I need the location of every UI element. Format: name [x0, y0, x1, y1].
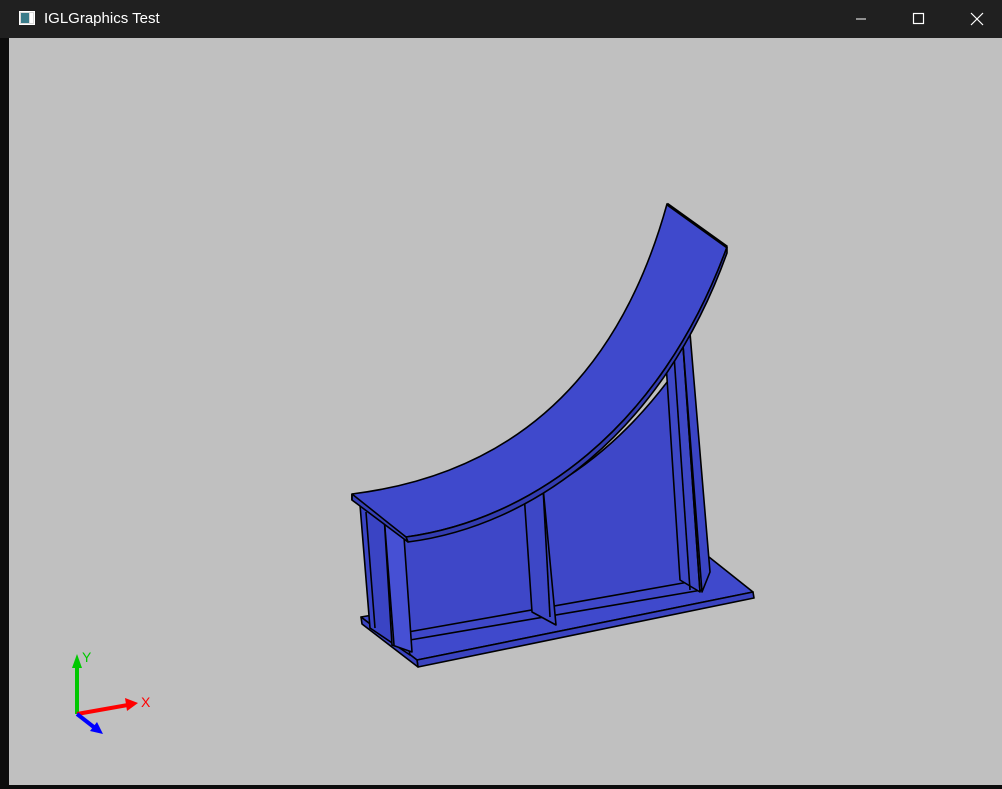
minimize-icon [856, 18, 866, 20]
close-button[interactable] [948, 0, 1002, 38]
title-bar[interactable]: IGLGraphics Test [0, 0, 1002, 38]
window-border-left [0, 38, 9, 789]
x-axis-arrowhead [125, 698, 138, 711]
window-border-bottom [9, 785, 1002, 789]
steel-bracket-model [351, 202, 755, 668]
window-title: IGLGraphics Test [44, 10, 160, 27]
3d-viewport[interactable]: Y X [9, 38, 1002, 785]
x-axis-line [76, 703, 129, 716]
y-axis-arrowhead [72, 654, 82, 668]
y-axis-label: Y [82, 649, 92, 665]
maximize-icon [912, 12, 925, 25]
z-axis-line [75, 712, 97, 730]
scene-canvas[interactable]: Y X [9, 38, 1002, 785]
x-axis-label: X [141, 694, 151, 710]
axis-gizmo: Y X [72, 649, 151, 734]
close-icon [970, 12, 984, 26]
maximize-button[interactable] [890, 0, 948, 38]
minimize-button[interactable] [832, 0, 890, 38]
app-window-icon [19, 11, 35, 25]
